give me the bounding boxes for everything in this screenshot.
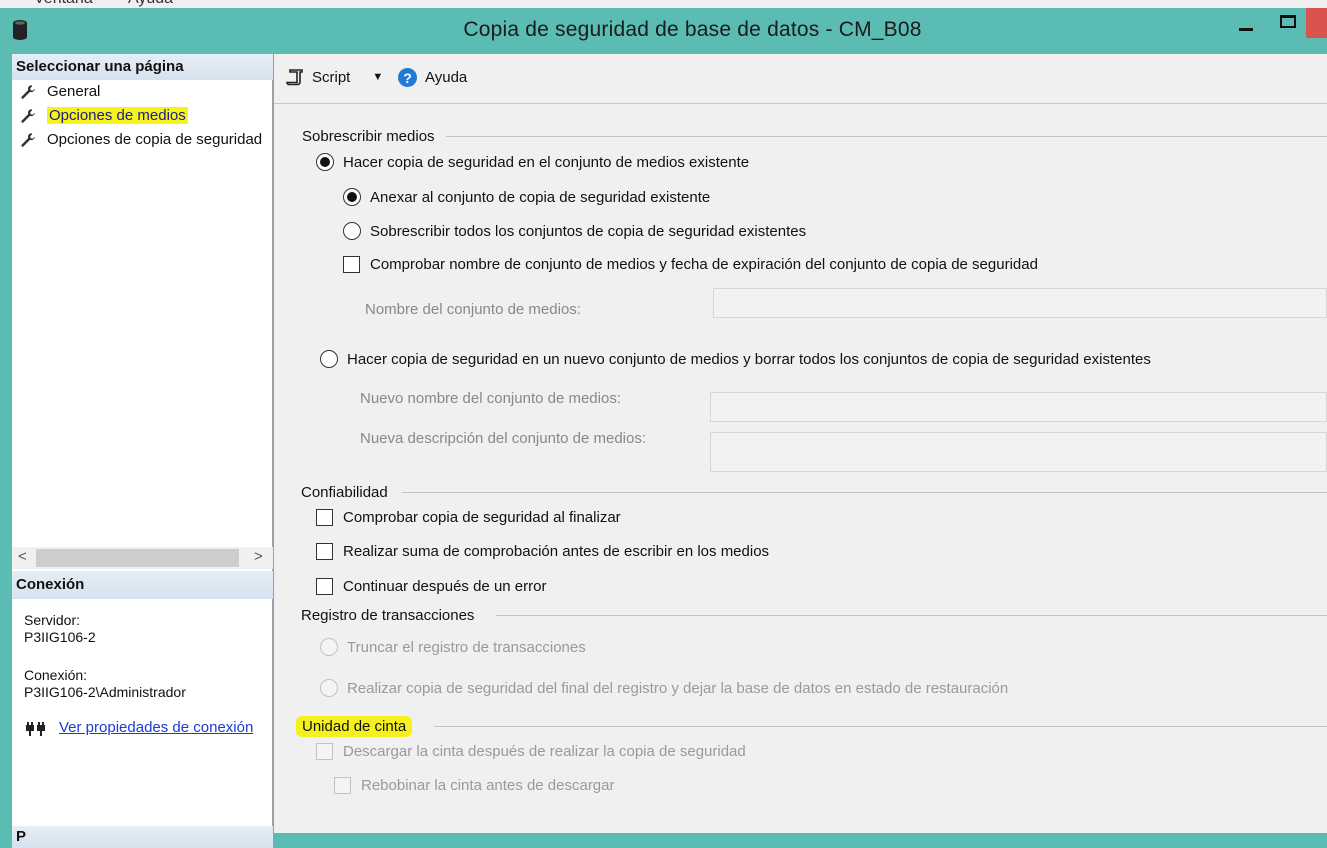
option-label: Sobrescribir todos los conjuntos de copi… — [370, 222, 807, 240]
radio-button[interactable] — [320, 638, 338, 656]
radio-button[interactable] — [343, 188, 361, 206]
connection-plug-icon — [26, 722, 45, 736]
group-divider — [496, 615, 1327, 616]
help-icon: ? — [398, 68, 417, 87]
group-divider — [434, 726, 1327, 727]
connection-value: P3IIG106-2\Administrador — [24, 684, 186, 700]
scroll-left-icon[interactable]: < — [18, 548, 27, 565]
checksum-checkbox[interactable]: Realizar suma de comprobación antes de e… — [316, 543, 769, 560]
left-panel: Seleccionar una página General Opciones … — [12, 54, 273, 848]
scrollbar-thumb[interactable] — [36, 549, 239, 567]
server-label: Servidor: — [24, 612, 81, 628]
new-media-description-label: Nueva descripción del conjunto de medios… — [360, 430, 647, 447]
transaction-log-group-label: Registro de transacciones — [301, 607, 475, 624]
new-media-name-input[interactable] — [710, 392, 1327, 422]
option-label: Rebobinar la cinta antes de descargar — [361, 777, 615, 794]
checkbox[interactable] — [316, 743, 333, 760]
window-title: Copia de seguridad de base de datos - CM… — [463, 18, 922, 41]
dropdown-arrow-icon[interactable]: ▼ — [372, 71, 383, 83]
checkbox[interactable] — [316, 543, 333, 560]
view-connection-properties-link[interactable]: Ver propiedades de conexión — [59, 719, 253, 736]
option-label: Comprobar copia de seguridad al finaliza… — [343, 509, 621, 526]
script-label: Script — [312, 68, 351, 86]
script-button[interactable]: Script ▼ — [286, 68, 392, 86]
horizontal-scrollbar[interactable]: < > — [12, 547, 273, 569]
wrench-icon — [21, 84, 35, 99]
progress-header: P — [12, 826, 273, 848]
page-item-backup-options[interactable]: Opciones de copia de seguridad — [20, 131, 262, 148]
continue-on-error-checkbox[interactable]: Continuar después de un error — [316, 578, 546, 595]
group-divider — [402, 492, 1327, 493]
tape-drive-group-label: Unidad de cinta — [296, 716, 413, 737]
rewind-tape-checkbox[interactable]: Rebobinar la cinta antes de descargar — [334, 777, 615, 794]
media-set-name-input[interactable] — [713, 288, 1327, 318]
checkbox[interactable] — [316, 509, 333, 526]
page-item-label: Opciones de copia de seguridad — [47, 131, 263, 148]
tape-drive-label-text: Unidad de cinta — [296, 716, 413, 737]
page-item-general[interactable]: General — [20, 83, 100, 100]
maximize-button[interactable] — [1280, 15, 1296, 28]
radio-button[interactable] — [316, 153, 334, 171]
menu-bar: Ventana Ayuda — [0, 0, 1327, 8]
verify-backup-checkbox[interactable]: Comprobar copia de seguridad al finaliza… — [316, 509, 621, 526]
option-label: Continuar después de un error — [343, 578, 547, 595]
overwrite-media-group-label: Sobrescribir medios — [302, 128, 435, 145]
script-icon — [286, 69, 303, 86]
wrench-icon — [21, 132, 35, 147]
reliability-group-label: Confiabilidad — [301, 484, 388, 501]
page-item-label: General — [47, 83, 101, 100]
title-bar: Copia de seguridad de base de datos - CM… — [0, 8, 1327, 52]
option-label: Comprobar nombre de conjunto de medios y… — [370, 256, 1038, 273]
media-set-name-label: Nombre del conjunto de medios: — [365, 301, 581, 318]
new-media-name-label: Nuevo nombre del conjunto de medios: — [360, 390, 621, 407]
select-page-header: Seleccionar una página — [12, 54, 273, 80]
right-panel: Script ▼ ? Ayuda Sobrescribir medios Hac… — [274, 54, 1327, 833]
radio-button[interactable] — [320, 350, 338, 368]
option-label: Realizar copia de seguridad del final de… — [347, 679, 1009, 697]
option-label: Descargar la cinta después de realizar l… — [343, 743, 746, 760]
tail-log-backup-radio[interactable]: Realizar copia de seguridad del final de… — [320, 679, 1008, 697]
page-item-media-options[interactable]: Opciones de medios — [20, 107, 188, 124]
option-label: Anexar al conjunto de copia de seguridad… — [370, 188, 711, 206]
help-button[interactable]: ? Ayuda — [398, 68, 467, 87]
overwrite-all-backup-sets-radio[interactable]: Sobrescribir todos los conjuntos de copi… — [343, 222, 806, 240]
new-media-description-input[interactable] — [710, 432, 1327, 472]
scroll-right-icon[interactable]: > — [254, 548, 263, 565]
checkbox[interactable] — [316, 578, 333, 595]
connection-label: Conexión: — [24, 667, 88, 683]
option-label: Truncar el registro de transacciones — [347, 638, 586, 656]
append-backup-set-radio[interactable]: Anexar al conjunto de copia de seguridad… — [343, 188, 710, 206]
menu-item-ventana[interactable]: Ventana — [34, 0, 93, 8]
menu-item-ayuda[interactable]: Ayuda — [128, 0, 173, 8]
server-value: P3IIG106-2 — [24, 629, 96, 645]
close-button[interactable] — [1306, 8, 1327, 38]
option-label: Hacer copia de seguridad en un nuevo con… — [347, 350, 1151, 368]
wrench-icon — [21, 108, 35, 123]
truncate-log-radio[interactable]: Truncar el registro de transacciones — [320, 638, 586, 656]
unload-tape-checkbox[interactable]: Descargar la cinta después de realizar l… — [316, 743, 746, 760]
backup-existing-media-radio[interactable]: Hacer copia de seguridad en el conjunto … — [316, 153, 749, 171]
toolbar: Script ▼ ? Ayuda — [274, 54, 1327, 104]
option-label: Realizar suma de comprobación antes de e… — [343, 543, 770, 560]
help-label: Ayuda — [425, 69, 468, 86]
checkbox[interactable] — [334, 777, 351, 794]
option-label: Hacer copia de seguridad en el conjunto … — [343, 153, 750, 171]
group-divider — [446, 136, 1327, 137]
checkbox[interactable] — [343, 256, 360, 273]
page-item-label: Opciones de medios — [47, 107, 188, 124]
connection-header: Conexión — [12, 571, 273, 599]
backup-new-media-radio[interactable]: Hacer copia de seguridad en un nuevo con… — [320, 350, 1151, 368]
radio-button[interactable] — [320, 679, 338, 697]
check-media-name-checkbox[interactable]: Comprobar nombre de conjunto de medios y… — [343, 256, 1038, 273]
minimize-button[interactable] — [1239, 28, 1253, 31]
radio-button[interactable] — [343, 222, 361, 240]
